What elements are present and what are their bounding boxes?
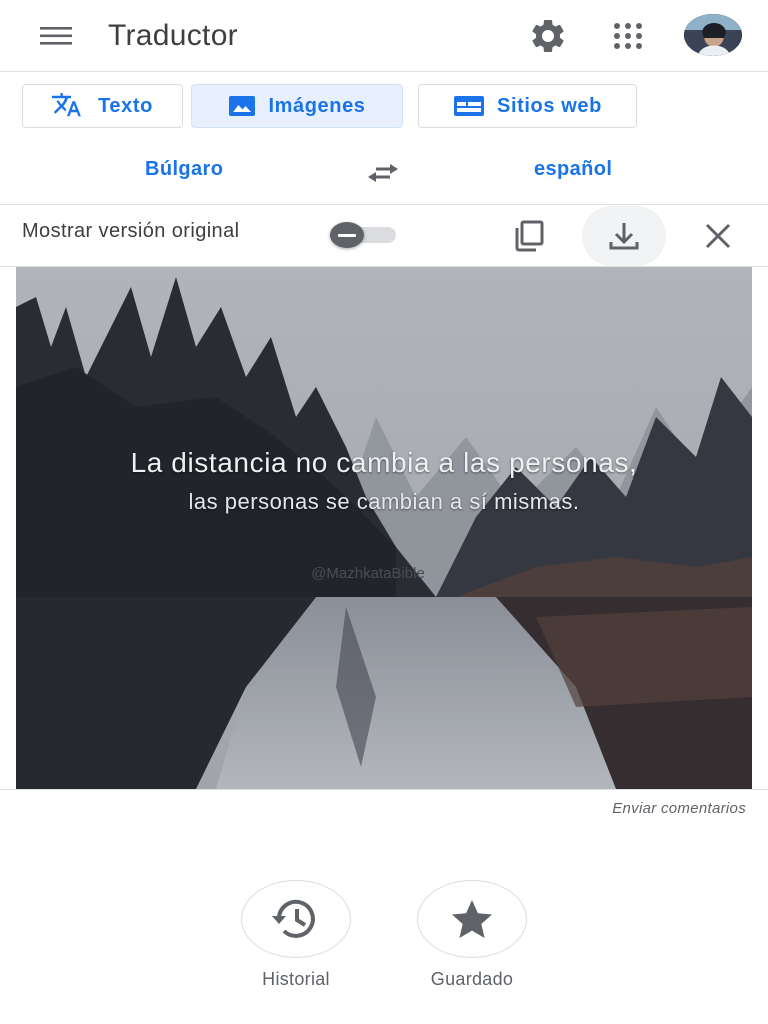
saved-button[interactable] (417, 880, 527, 958)
show-original-toggle[interactable] (330, 222, 396, 248)
translated-image: La distancia no cambia a las personas, l… (16, 267, 752, 789)
toggle-thumb (330, 222, 364, 248)
show-original-label: Mostrar versión original (22, 220, 240, 242)
target-language-button[interactable]: español (534, 158, 612, 181)
send-feedback-link[interactable]: Enviar comentarios (612, 800, 746, 817)
copy-icon[interactable] (508, 214, 552, 258)
close-icon[interactable] (696, 214, 740, 258)
download-button[interactable] (582, 206, 666, 266)
avatar[interactable] (684, 14, 742, 56)
web-icon (454, 96, 485, 116)
tab-text[interactable]: Texto (22, 84, 183, 128)
image-watermark: @MazhkataBible (311, 565, 425, 582)
tab-websites[interactable]: Sitios web (418, 84, 637, 128)
saved-label: Guardado (430, 969, 514, 989)
tab-websites-label: Sitios web (497, 94, 602, 117)
image-icon (229, 96, 256, 116)
download-icon (609, 223, 639, 250)
history-icon (272, 899, 315, 938)
top-app-bar: Traductor (0, 0, 768, 72)
star-icon (452, 900, 492, 938)
tab-images[interactable]: Imágenes (191, 84, 403, 128)
menu-icon[interactable] (38, 24, 76, 48)
tab-images-label: Imágenes (268, 94, 366, 117)
apps-grid-icon[interactable] (608, 16, 648, 56)
forest-lake-image (16, 267, 752, 789)
divider (0, 204, 768, 205)
translated-text-line-2: las personas se cambian a sí mismas. (188, 489, 580, 514)
history-label: Historial (262, 969, 330, 989)
source-language-button[interactable]: Búlgaro (145, 158, 223, 181)
translated-text-line-1: La distancia no cambia a las personas, (130, 447, 638, 478)
divider (0, 789, 768, 790)
history-button[interactable] (241, 880, 351, 958)
tab-text-label: Texto (98, 94, 153, 117)
app-title: Traductor (108, 19, 238, 52)
gear-icon[interactable] (528, 16, 568, 56)
translate-icon (52, 93, 81, 117)
swap-languages-icon[interactable] (366, 160, 400, 186)
